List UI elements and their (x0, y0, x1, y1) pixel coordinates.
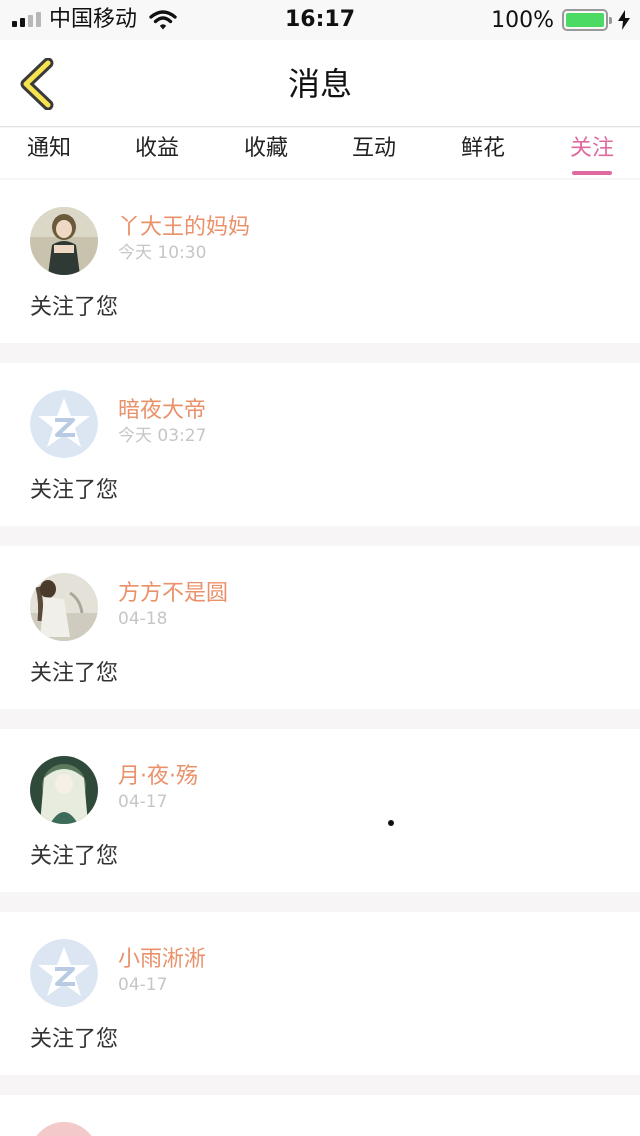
message-time: 04-17 (118, 792, 168, 812)
tab-bar: 通知 收益 收藏 互动 鲜花 关注 (0, 128, 640, 178)
message-text: 关注了您 (30, 844, 119, 869)
message-text: 关注了您 (30, 478, 119, 503)
charging-icon (618, 10, 630, 30)
list-item[interactable] (0, 1095, 640, 1136)
tab-flowers[interactable]: 鲜花 (461, 134, 505, 164)
message-time: 今天 03:27 (118, 426, 207, 446)
status-bar: 中国移动 16:17 100% (0, 0, 640, 40)
avatar[interactable] (30, 573, 98, 641)
message-time: 今天 10:30 (118, 243, 207, 263)
tab-label: 通知 (27, 136, 72, 161)
touch-indicator (388, 820, 394, 826)
tab-favorites[interactable]: 收藏 (244, 134, 288, 164)
list-item[interactable]: 暗夜大帝 今天 03:27 关注了您 (0, 363, 640, 526)
avatar[interactable] (30, 939, 98, 1007)
avatar[interactable] (30, 1122, 98, 1136)
tab-label: 关注 (570, 136, 615, 161)
user-name[interactable]: 小雨淅淅 (118, 946, 206, 974)
message-time: 04-18 (118, 609, 168, 629)
battery-fill (566, 13, 604, 27)
battery-percent: 100% (491, 7, 554, 33)
tab-label: 鲜花 (461, 136, 506, 161)
tab-interactions[interactable]: 互动 (352, 134, 396, 164)
avatar[interactable] (30, 390, 98, 458)
user-name[interactable]: 丫大王的妈妈 (118, 214, 250, 242)
active-tab-indicator (572, 171, 613, 175)
avatar[interactable] (30, 756, 98, 824)
message-time: 04-17 (118, 975, 168, 995)
list-item[interactable]: 月·夜·殇 04-17 关注了您 (0, 729, 640, 892)
tab-notifications[interactable]: 通知 (27, 134, 71, 164)
status-right: 100% (491, 7, 630, 33)
tab-label: 互动 (352, 136, 397, 161)
nav-header: 消息 (0, 40, 640, 127)
tab-following[interactable]: 关注 (570, 134, 615, 175)
message-text: 关注了您 (30, 295, 119, 320)
message-text: 关注了您 (30, 1027, 119, 1052)
tab-label: 收益 (135, 136, 180, 161)
list-item[interactable]: 小雨淅淅 04-17 关注了您 (0, 912, 640, 1075)
message-text: 关注了您 (30, 661, 119, 686)
page-title: 消息 (287, 65, 352, 103)
user-name[interactable]: 月·夜·殇 (118, 763, 198, 791)
user-name[interactable]: 暗夜大帝 (118, 397, 206, 425)
avatar[interactable] (30, 207, 98, 275)
user-name[interactable]: 方方不是圆 (118, 580, 228, 608)
tab-earnings[interactable]: 收益 (135, 134, 179, 164)
battery-icon (562, 9, 612, 31)
list-item[interactable]: 丫大王的妈妈 今天 10:30 关注了您 (0, 180, 640, 343)
tab-label: 收藏 (244, 136, 289, 161)
list-item[interactable]: 方方不是圆 04-18 关注了您 (0, 546, 640, 709)
